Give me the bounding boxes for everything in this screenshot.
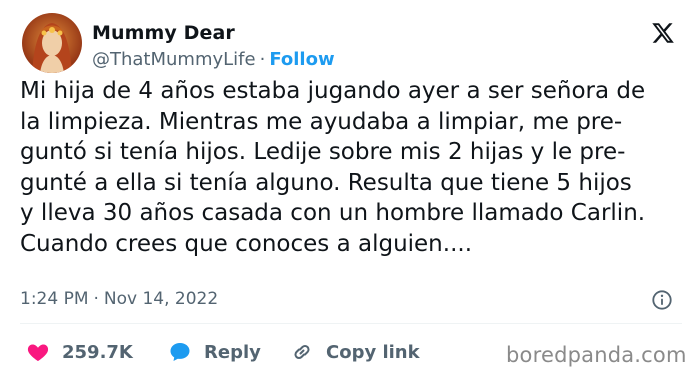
source-watermark: boredpanda.com bbox=[506, 343, 687, 367]
follow-button[interactable]: Follow bbox=[269, 49, 334, 70]
tweet-text: Mi hija de 4 años estaba jugando ayer a … bbox=[20, 78, 646, 257]
author-display-name[interactable]: Mummy Dear bbox=[92, 22, 235, 44]
tweet-time: 1:24 PM bbox=[20, 289, 89, 309]
tweet-timestamp[interactable]: 1:24 PM · Nov 14, 2022 bbox=[20, 289, 218, 309]
copy-link-button[interactable]: Copy link bbox=[290, 339, 420, 365]
divider bbox=[20, 323, 682, 324]
avatar[interactable] bbox=[22, 13, 82, 73]
like-count: 259.7K bbox=[62, 341, 133, 363]
separator-dot: · bbox=[259, 49, 266, 70]
info-icon[interactable] bbox=[651, 289, 673, 311]
author-handle-row: @ThatMummyLife · Follow bbox=[92, 49, 335, 70]
reply-button[interactable]: Reply bbox=[168, 339, 261, 365]
reply-bubble-icon bbox=[170, 343, 190, 361]
tweet-date: Nov 14, 2022 bbox=[103, 289, 219, 309]
tweet-card: Mummy Dear @ThatMummyLife · Follow Mi hija… bbox=[0, 0, 700, 379]
copy-link-label: Copy link bbox=[326, 341, 420, 363]
x-logo-icon[interactable] bbox=[651, 21, 675, 45]
heart-icon bbox=[27, 344, 49, 361]
author-handle[interactable]: @ThatMummyLife bbox=[92, 49, 256, 70]
like-button[interactable]: 259.7K bbox=[26, 339, 133, 365]
link-icon bbox=[294, 344, 310, 360]
reply-label: Reply bbox=[204, 341, 261, 363]
avatar-portrait-image bbox=[22, 13, 82, 73]
separator-dot: · bbox=[93, 289, 99, 309]
